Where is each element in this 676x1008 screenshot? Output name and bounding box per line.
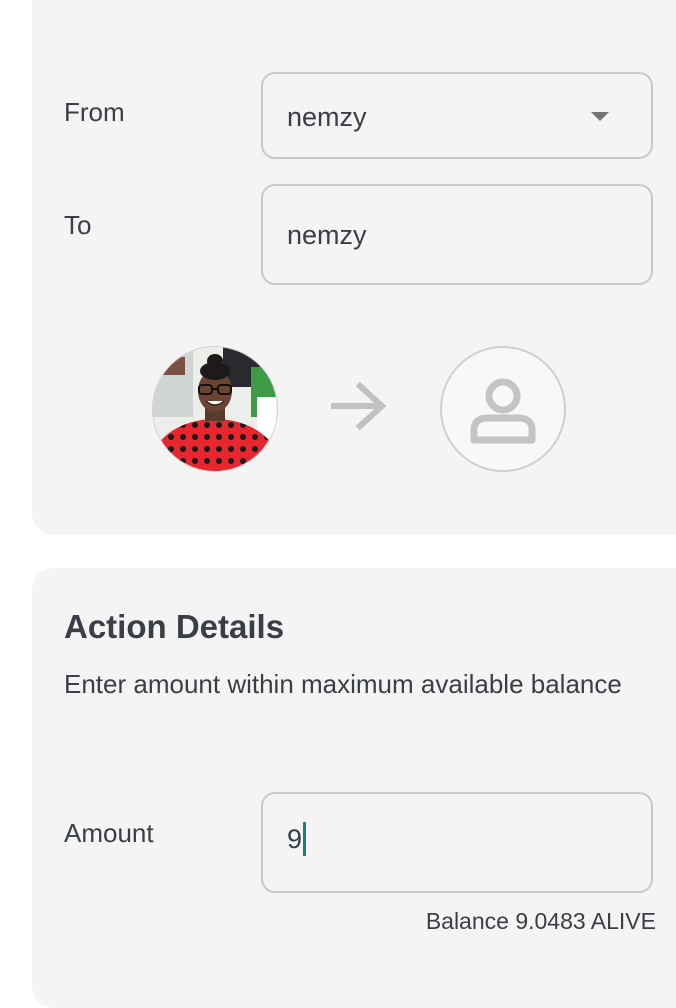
amount-value-text: 9 [287,824,303,855]
amount-input[interactable]: 9 [261,792,653,893]
arrow-right-icon [330,381,388,436]
from-select[interactable]: nemzy [261,72,653,159]
text-cursor [303,822,307,856]
amount-label: Amount [64,818,154,848]
to-field[interactable]: nemzy [261,184,653,285]
section-title: Action Details [64,608,285,645]
amount-input-value: 9 [287,822,307,858]
balance-text: Balance 9.0483 ALIVE [425,908,656,934]
to-field-value: nemzy [287,220,367,250]
to-avatar-placeholder [440,346,566,472]
from-label: From [64,97,125,127]
to-label: To [64,210,92,240]
chevron-down-icon [591,112,609,121]
from-avatar [152,346,278,472]
from-select-value: nemzy [287,102,367,132]
transfer-card: From nemzy To nemzy [32,0,676,535]
action-details-card: Action Details Enter amount within maxim… [32,568,676,1008]
section-description: Enter amount within maximum available ba… [64,669,622,699]
person-icon [470,378,536,444]
